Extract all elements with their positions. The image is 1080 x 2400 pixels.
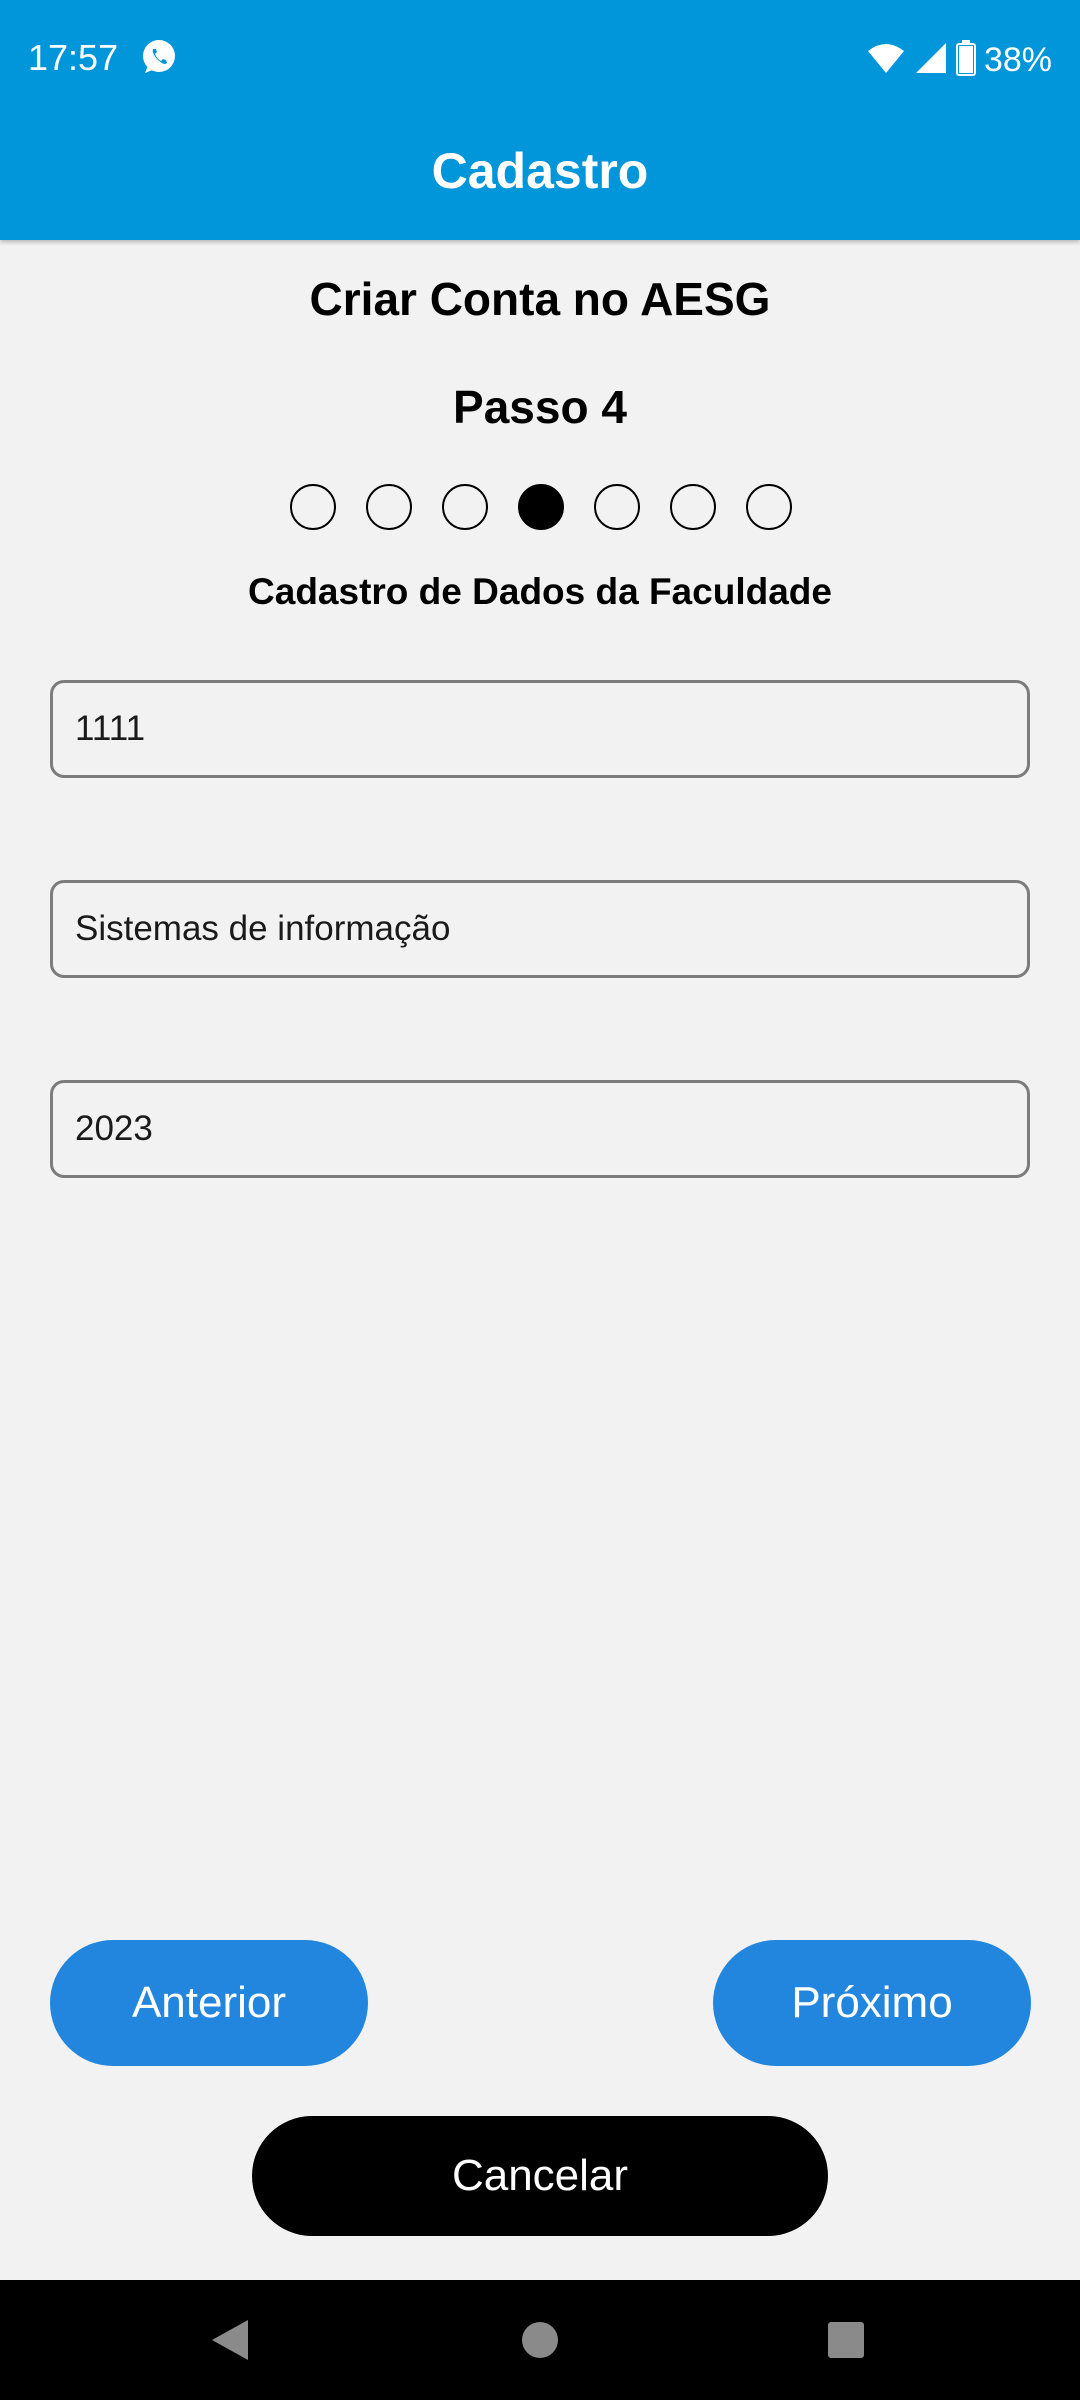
status-time: 17:57 [28,37,119,78]
previous-button[interactable]: Anterior [50,1940,368,2066]
step-dot-6 [670,484,716,530]
step-dot-2 [366,484,412,530]
back-icon[interactable] [200,2310,260,2370]
step-dot-5 [594,484,640,530]
header-title: Cadastro [431,143,649,199]
next-button[interactable]: Próximo [713,1940,1031,2066]
step-dot-1 [290,484,336,530]
registration-number-field[interactable] [50,680,1030,778]
navigation-bar [0,2280,1080,2400]
whatsapp-icon [140,38,178,76]
battery-icon [955,39,976,81]
course-field[interactable] [50,880,1030,978]
step-dot-7 [746,484,792,530]
home-icon[interactable] [510,2310,570,2370]
status-icons: 38% [866,36,1052,84]
registration-number-input[interactable] [75,709,1027,749]
step-indicator [290,484,792,534]
status-bar: 17:57 38% [0,0,1080,116]
signal-icon [914,41,948,80]
cancel-button[interactable]: Cancelar [252,2116,828,2236]
page-title: Criar Conta no AESG [309,273,771,325]
year-input[interactable] [75,1109,1027,1149]
app-header: 17:57 38% Cadastro [0,0,1080,240]
course-input[interactable] [75,909,1027,949]
battery-percentage: 38% [983,41,1052,79]
year-field[interactable] [50,1080,1030,1178]
step-title: Passo 4 [453,381,627,433]
section-title: Cadastro de Dados da Faculdade [248,571,832,612]
registration-screen: 17:57 38% Cadastro Criar Conta no AESG P… [0,0,1080,2400]
step-dot-3 [442,484,488,530]
step-dot-4-active [518,484,564,530]
recents-icon[interactable] [816,2310,876,2370]
wifi-icon [866,41,906,80]
